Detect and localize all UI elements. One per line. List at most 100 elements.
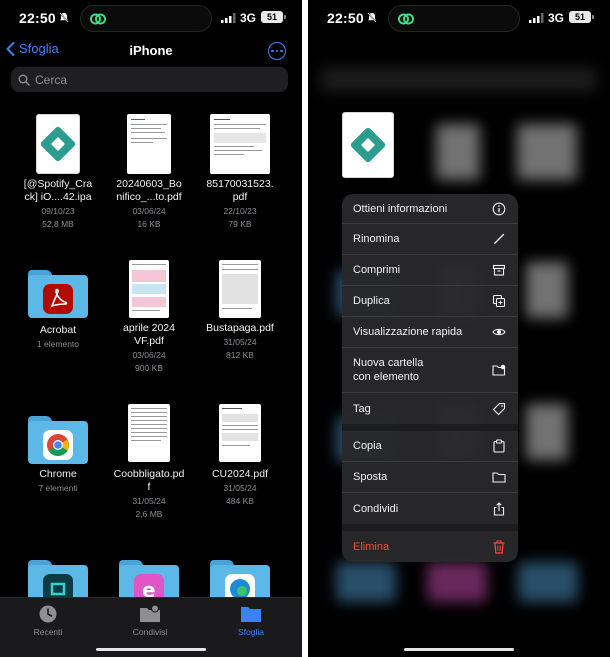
menu-separator <box>342 424 518 431</box>
tab-browse[interactable]: Sfoglia <box>211 604 291 637</box>
selected-file-preview <box>342 112 394 178</box>
file-size: 2,6 MB <box>135 509 163 519</box>
trash-icon <box>493 540 505 554</box>
search-icon <box>18 74 30 86</box>
chrome-folder-icon <box>28 416 88 464</box>
status-bar: 22:50 3G 51 <box>0 0 302 36</box>
file-name: f <box>147 481 151 493</box>
menu-item-tag[interactable]: Tag <box>342 393 518 424</box>
acrobat-app-icon <box>43 284 73 314</box>
pdf-thumbnail <box>129 260 169 318</box>
pdf-thumbnail <box>210 114 270 174</box>
tab-label: Condivisi <box>132 627 168 637</box>
menu-item-quick-look[interactable]: Visualizzazione rapida <box>342 317 518 348</box>
file-date: 31/05/24 <box>132 496 166 506</box>
file-item-coobbligato-pdf[interactable]: Coobbligato.pd f 31/05/24 2,6 MB <box>104 404 194 529</box>
ipa-app-icon <box>39 125 77 163</box>
file-size: 812 KB <box>226 350 254 360</box>
tab-shared[interactable]: Condivisi <box>110 604 190 637</box>
folder-item-acrobat[interactable]: Acrobat 1 elemento <box>13 258 103 378</box>
file-name: 85170031523. <box>206 178 274 190</box>
folder-name: Chrome <box>39 468 77 480</box>
file-item-bonifico-pdf[interactable]: 20240603_Bo nifico_...to.pdf 03/06/24 16… <box>104 110 194 235</box>
duplicate-icon <box>492 294 506 308</box>
menu-item-compress[interactable]: Comprimi <box>342 255 518 286</box>
more-options-button[interactable] <box>268 42 286 60</box>
tab-label: Sfoglia <box>238 627 264 637</box>
file-size: 16 KB <box>137 219 161 229</box>
tab-label: Recenti <box>33 627 63 637</box>
file-date: 09/10/23 <box>41 206 75 216</box>
eye-icon <box>492 328 506 336</box>
file-date: 31/05/24 <box>223 337 257 347</box>
file-size: 900 KB <box>135 363 163 373</box>
chrome-app-icon <box>43 430 73 460</box>
archive-icon <box>492 264 506 276</box>
file-name: pdf <box>232 191 248 203</box>
ipa-file-thumbnail <box>36 114 80 174</box>
file-size: 52,8 MB <box>42 219 74 229</box>
folder-name: Acrobat <box>39 324 77 336</box>
menu-item-move[interactable]: Sposta <box>342 462 518 493</box>
file-size: 79 KB <box>228 219 252 229</box>
file-date: 03/06/24 <box>132 350 166 360</box>
file-name: [@Spotify_Cra <box>23 178 93 190</box>
status-time: 22:50 <box>19 10 56 26</box>
pdf-thumbnail <box>219 404 261 462</box>
network-type: 3G <box>240 11 257 25</box>
file-date: 03/06/24 <box>132 206 166 216</box>
pdf-thumbnail <box>219 260 261 318</box>
file-item-85170031523-pdf[interactable]: 85170031523. pdf 22/10/23 79 KB <box>195 110 285 235</box>
copy-icon <box>493 439 505 453</box>
menu-separator <box>342 524 518 531</box>
file-name: Coobbligato.pd <box>113 468 185 480</box>
folder-item-chrome[interactable]: Chrome 7 elementi <box>13 404 103 524</box>
file-size: 484 KB <box>226 496 254 506</box>
bell-muted-icon <box>59 12 69 23</box>
file-date: 22/10/23 <box>223 206 257 216</box>
menu-item-copy[interactable]: Copia <box>342 431 518 462</box>
menu-item-rename[interactable]: Rinomina <box>342 224 518 255</box>
link-app-icon <box>90 13 106 25</box>
pencil-icon <box>493 233 505 245</box>
menu-item-delete[interactable]: Elimina <box>342 531 518 562</box>
clock-icon <box>39 605 57 623</box>
tag-icon <box>492 402 506 415</box>
battery-indicator: 51 <box>261 11 286 23</box>
file-item-spotify-ipa[interactable]: [@Spotify_Cra ck] iO....42.ipa 09/10/23 … <box>13 110 103 235</box>
home-indicator[interactable] <box>404 648 514 651</box>
home-indicator[interactable] <box>96 648 206 651</box>
files-browser-screen: 22:50 3G 51 Sfoglia iPhone [@Spotify_Cra… <box>0 0 302 657</box>
file-name: 20240603_Bo <box>116 178 182 190</box>
file-date: 31/05/24 <box>223 483 257 493</box>
share-icon <box>493 501 505 516</box>
dynamic-island[interactable] <box>80 5 212 32</box>
file-name: Bustapaga.pdf <box>206 322 274 334</box>
ipa-app-icon <box>349 126 387 164</box>
menu-item-duplicate[interactable]: Duplica <box>342 286 518 317</box>
file-item-bustapaga-pdf[interactable]: Bustapaga.pdf 31/05/24 812 KB <box>195 258 285 378</box>
search-input[interactable] <box>35 72 275 87</box>
menu-item-new-folder-with-item[interactable]: Nuova cartella con elemento <box>342 348 518 393</box>
pdf-thumbnail <box>128 404 170 462</box>
folder-plus-icon <box>492 364 506 376</box>
info-icon <box>492 202 506 215</box>
menu-item-share[interactable]: Condividi <box>342 493 518 524</box>
file-name: CU2024.pdf <box>211 468 269 480</box>
acrobat-folder-icon <box>28 270 88 318</box>
file-item-cu2024-pdf[interactable]: CU2024.pdf 31/05/24 484 KB <box>195 404 285 524</box>
folder-icon <box>241 607 261 622</box>
shared-folder-icon <box>140 604 160 622</box>
tab-bar: Recenti Condivisi Sfoglia <box>0 597 302 657</box>
folder-icon <box>492 472 506 483</box>
file-name: ck] iO....42.ipa <box>24 191 92 203</box>
file-name: nifico_...to.pdf <box>116 191 182 203</box>
file-name: aprile 2024 <box>123 322 175 334</box>
tab-recent[interactable]: Recenti <box>8 604 88 637</box>
navigation-bar: Sfoglia iPhone <box>0 38 302 64</box>
search-bar[interactable] <box>11 67 288 92</box>
pdf-thumbnail <box>127 114 171 174</box>
menu-item-get-info[interactable]: Ottieni informazioni <box>342 194 518 224</box>
file-item-aprile-2024-pdf[interactable]: aprile 2024 VF.pdf 03/06/24 900 KB <box>104 258 194 383</box>
context-menu: Ottieni informazioni Rinomina Comprimi D… <box>342 194 518 562</box>
